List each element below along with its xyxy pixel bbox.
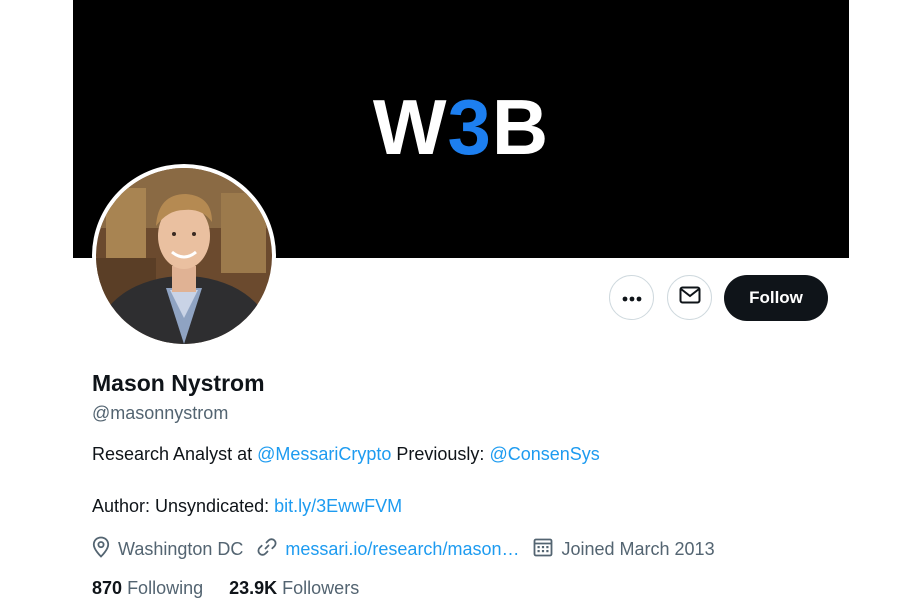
follow-button[interactable]: Follow [724,275,828,321]
bio-link[interactable]: bit.ly/3EwwFVM [274,496,402,516]
followers-stat[interactable]: 23.9K Followers [229,578,359,599]
banner-logo-3: 3 [447,83,492,171]
bio-line-2: Author: Unsyndicated: bit.ly/3EwwFVM [92,496,402,517]
bio-text-3: Author: Unsyndicated: [92,496,275,516]
bio-line-1: Research Analyst at @MessariCrypto Previ… [92,444,600,465]
avatar-photo[interactable] [96,168,272,344]
profile-handle: @masonnystrom [92,403,229,423]
more-horizontal-icon [622,289,642,307]
mention-messaricrypto[interactable]: @MessariCrypto [257,444,391,464]
following-count: 870 [92,578,123,598]
link-icon [257,537,285,562]
joined-text: Joined March 2013 [561,538,715,559]
mention-consensys[interactable]: @ConsenSys [489,444,599,464]
banner-logo-w: W [372,83,448,171]
bio-text-2: Previously: [391,444,490,464]
envelope-icon [679,286,701,309]
banner-logo-b: B [491,83,550,171]
profile-stats: 870 Following 23.9K Followers [92,578,385,599]
message-button[interactable] [667,275,712,320]
calendar-icon [533,537,561,562]
location-text: Washington DC [118,538,244,559]
profile-meta: Washington DC messari.io/research/mason… [92,536,729,562]
following-label: Following [127,578,204,598]
website-item[interactable]: messari.io/research/mason… [257,537,519,562]
avatar[interactable] [92,164,276,348]
banner-logo: W3B [73,88,849,166]
bio-text-1: Research Analyst at [92,444,258,464]
followers-count: 23.9K [229,578,278,598]
more-button[interactable] [609,275,654,320]
location-pin-icon [92,536,118,563]
following-stat[interactable]: 870 Following [92,578,203,599]
website-link[interactable]: messari.io/research/mason… [285,539,519,560]
profile-name: Mason Nystrom [92,370,265,396]
location-item: Washington DC [92,536,243,563]
joined-item: Joined March 2013 [533,537,715,562]
followers-label: Followers [282,578,360,598]
